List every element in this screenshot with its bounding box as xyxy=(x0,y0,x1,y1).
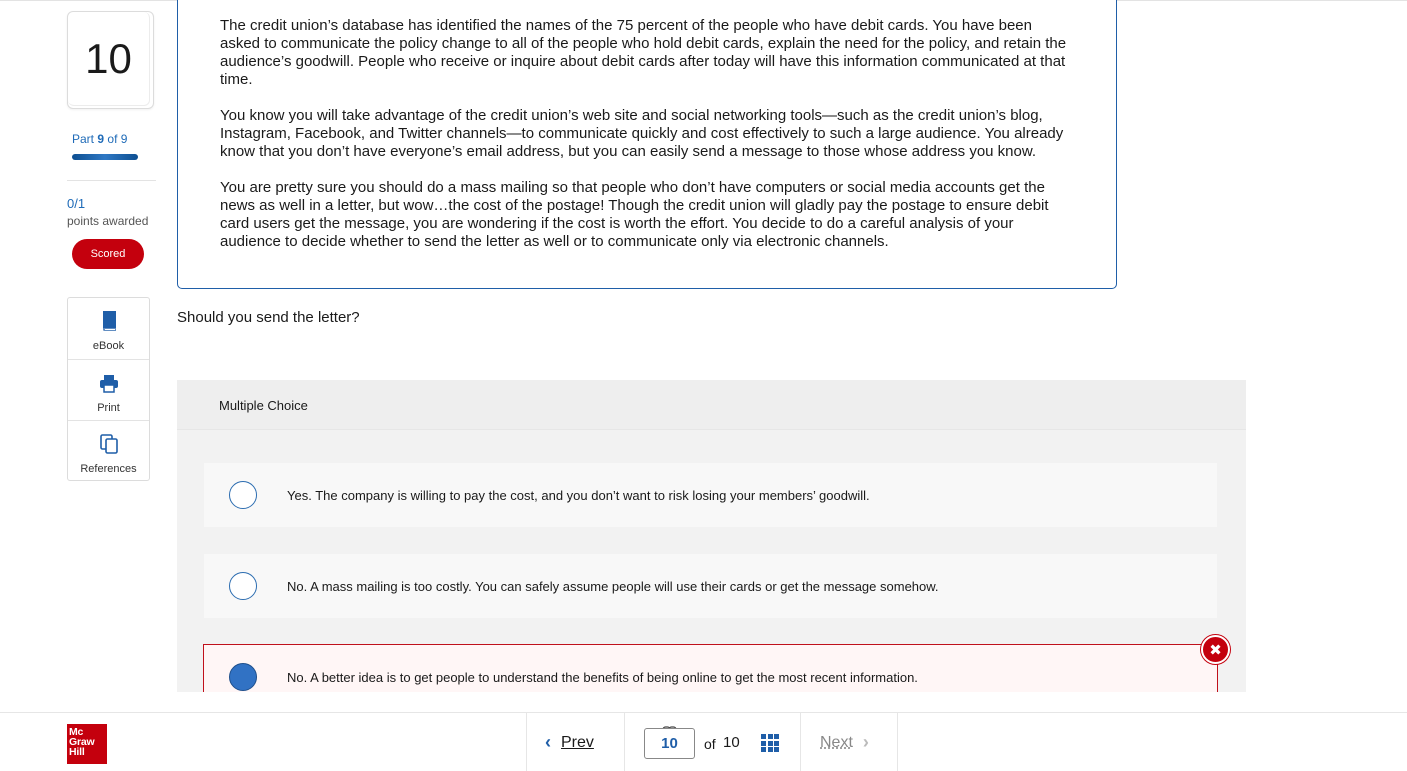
mc-options: Yes. The company is willing to pay the c… xyxy=(177,430,1246,692)
points-label: points awarded xyxy=(67,214,148,228)
passage-paragraph: The credit union’s database has identifi… xyxy=(220,17,1074,89)
pagination: ‹ Prev 10 of 10 Next › xyxy=(526,713,898,771)
printer-icon xyxy=(99,372,119,399)
prev-label: Prev xyxy=(561,734,594,752)
part-progress-bar xyxy=(72,154,138,160)
part-prefix: Part xyxy=(72,132,94,146)
option-c[interactable]: No. A better idea is to get people to un… xyxy=(203,644,1218,692)
divider xyxy=(67,180,156,181)
passage-paragraph: You know you will take advantage of the … xyxy=(220,107,1074,161)
print-label: Print xyxy=(97,402,120,414)
option-b[interactable]: No. A mass mailing is too costly. You ca… xyxy=(203,553,1218,619)
print-button[interactable]: Print xyxy=(68,359,149,420)
page-number-input[interactable]: 10 xyxy=(644,728,695,759)
part-current: 9 xyxy=(97,132,104,146)
mcgraw-hill-logo: Mc Graw Hill xyxy=(67,724,107,764)
option-text: No. A mass mailing is too costly. You ca… xyxy=(287,579,939,594)
incorrect-icon: ✖ xyxy=(1201,635,1230,664)
tools-panel: eBook Print References xyxy=(67,297,150,481)
option-text: Yes. The company is willing to pay the c… xyxy=(287,488,870,503)
chevron-right-icon: › xyxy=(863,732,869,753)
part-indicator: Part 9 of 9 xyxy=(72,132,127,146)
option-text: No. A better idea is to get people to un… xyxy=(287,670,918,685)
mc-title: Multiple Choice xyxy=(219,398,308,413)
ebook-label: eBook xyxy=(93,340,124,352)
radio-button-selected[interactable] xyxy=(229,663,257,691)
chevron-left-icon: ‹ xyxy=(545,732,551,753)
mc-header: Multiple Choice xyxy=(177,380,1246,430)
ebook-button[interactable]: eBook xyxy=(68,298,149,359)
references-button[interactable]: References xyxy=(68,420,149,481)
next-label: Next xyxy=(820,734,853,752)
question-number: 10 xyxy=(68,12,150,106)
total-pages: 10 xyxy=(723,734,740,751)
question-text: Should you send the letter? xyxy=(177,309,360,326)
footer: Mc Graw Hill ‹ Prev 10 of 10 Next › xyxy=(0,712,1407,771)
references-label: References xyxy=(80,463,136,475)
radio-button[interactable] xyxy=(229,572,257,600)
prev-button[interactable]: ‹ Prev xyxy=(545,732,594,753)
multiple-choice-panel: Multiple Choice Yes. The company is will… xyxy=(177,380,1246,692)
option-a[interactable]: Yes. The company is willing to pay the c… xyxy=(203,462,1218,528)
passage-paragraph: You are pretty sure you should do a mass… xyxy=(220,179,1074,251)
radio-button[interactable] xyxy=(229,481,257,509)
passage-box: The credit union’s database has identifi… xyxy=(177,0,1117,289)
of-label: of xyxy=(704,736,716,752)
question-number-card: 10 xyxy=(67,11,154,109)
part-total: of 9 xyxy=(107,132,127,146)
grid-icon[interactable] xyxy=(761,734,779,752)
scored-badge: Scored xyxy=(72,239,144,269)
copy-icon xyxy=(99,433,119,460)
next-button[interactable]: Next › xyxy=(820,732,869,753)
book-icon xyxy=(99,310,119,337)
points-value: 0/1 xyxy=(67,196,85,211)
